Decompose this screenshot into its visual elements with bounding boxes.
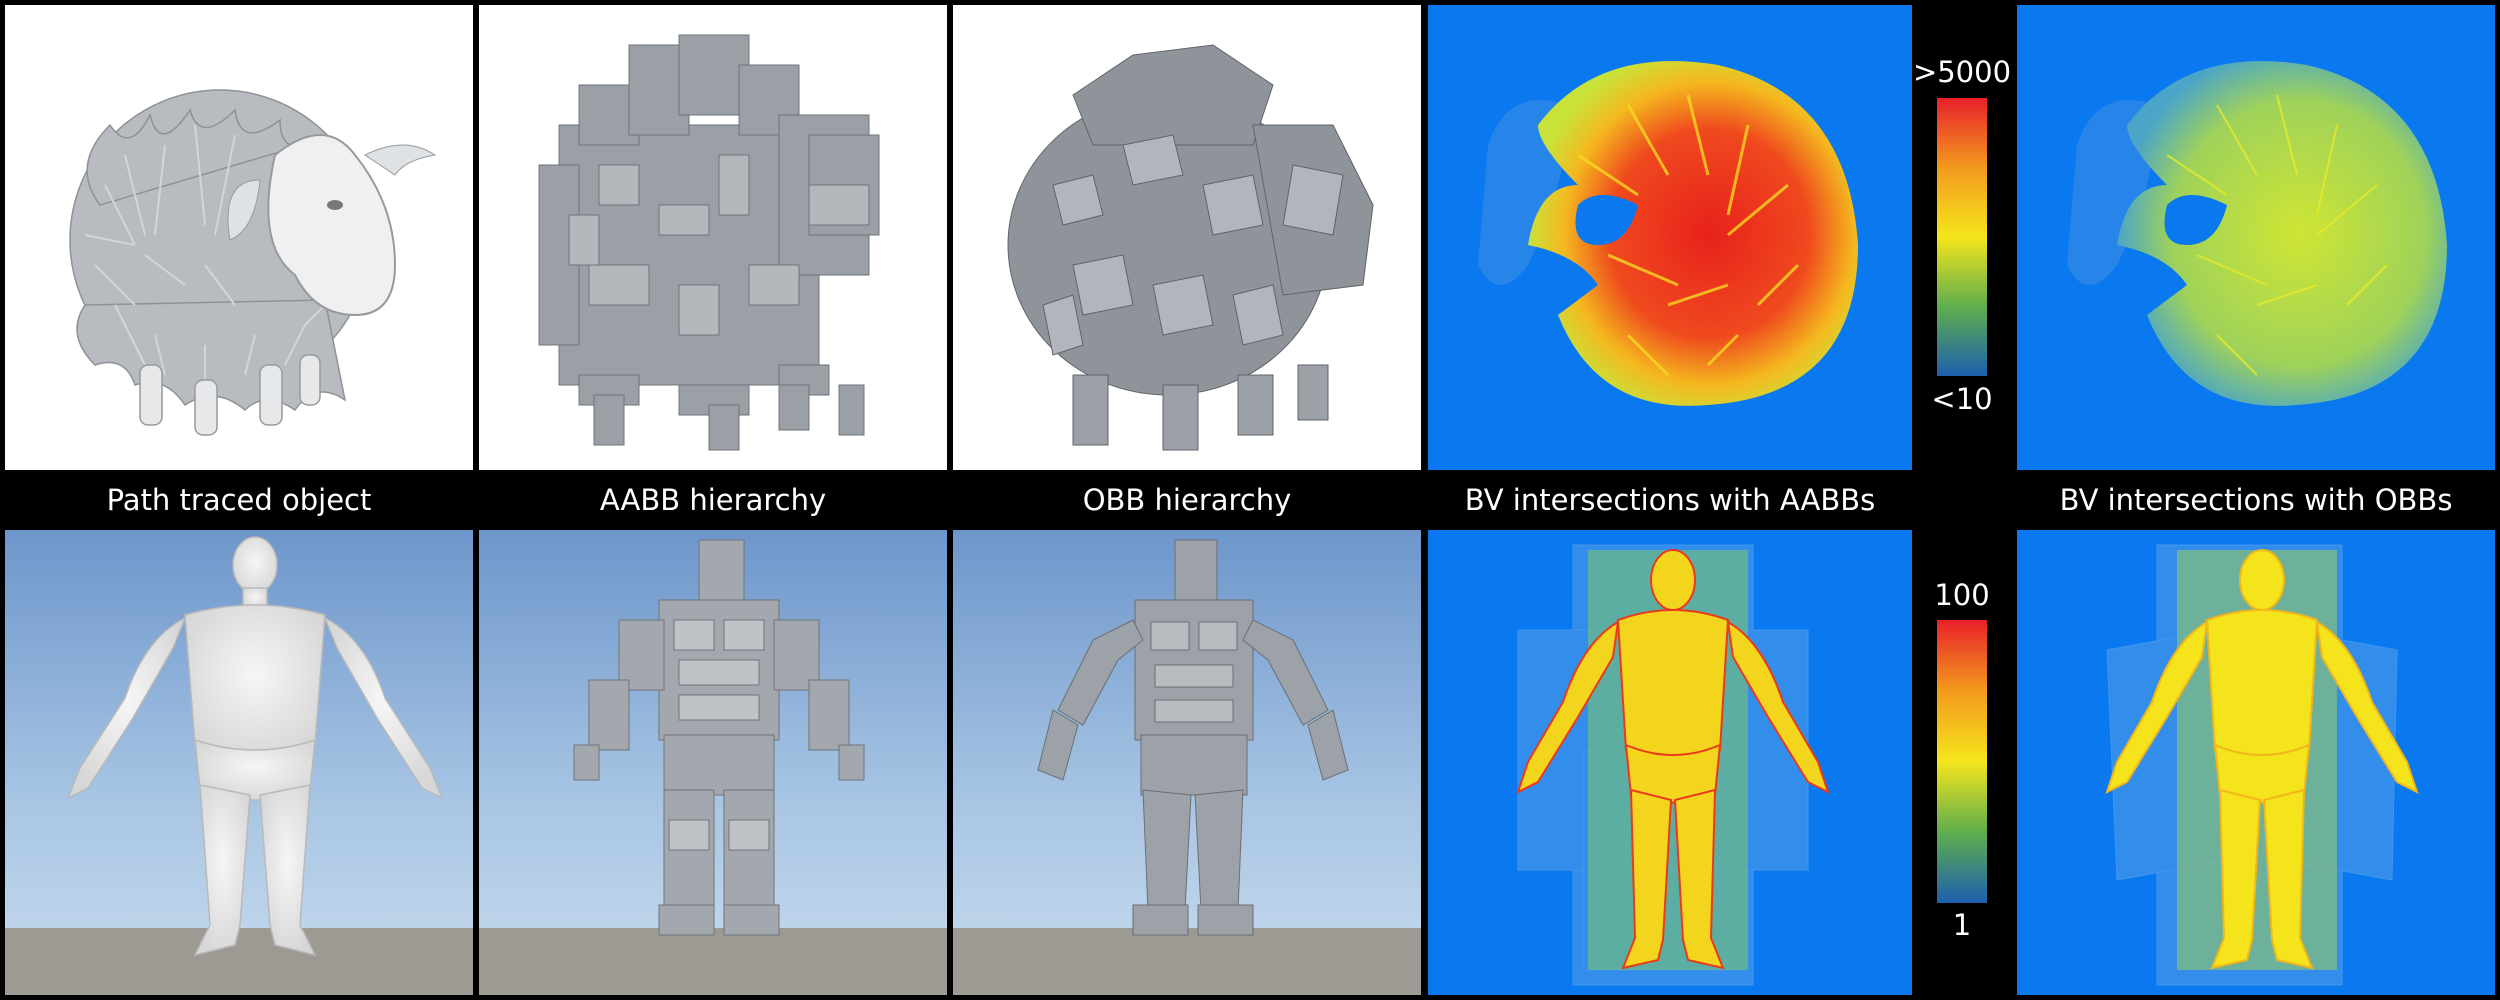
- panel-human-obb: [953, 530, 1421, 995]
- human-aabb-image: [479, 530, 947, 995]
- human-obb-image: [953, 530, 1421, 995]
- caption-obb: OBB hierarchy: [1082, 483, 1292, 517]
- sheep-obb-image: [1007, 44, 1374, 451]
- colorbar-bottom-min-label: 1: [1952, 908, 1972, 942]
- panel-sheep-bv-obb-heatmap: [2017, 5, 2495, 470]
- colorbar-top-min-label: <10: [1931, 382, 1993, 416]
- human-obb-heatmap-image: [2105, 544, 2419, 986]
- caption-path-traced: Path traced object: [106, 483, 372, 517]
- colorbar-bottom: [1937, 620, 1987, 903]
- panel-human-aabb: [479, 530, 947, 995]
- colorbar-bottom-max-label: 100: [1934, 578, 1990, 612]
- caption-bv-aabb: BV intersections with AABBs: [1464, 483, 1876, 517]
- panel-human-bv-aabb-heatmap: [1428, 530, 1912, 995]
- human-image: [5, 530, 473, 995]
- panel-human-bv-obb-heatmap: [2017, 530, 2495, 995]
- human-aabb-heatmap-image: [1516, 544, 1830, 986]
- sheep-image: [69, 89, 437, 436]
- sheep-aabb-image: [538, 34, 880, 451]
- sheep-aabb-heatmap-image: [1478, 61, 1858, 406]
- panel-sheep-aabb: [479, 5, 947, 470]
- colorbar-top: [1937, 98, 1987, 376]
- caption-aabb: AABB hierarchy: [599, 483, 827, 517]
- caption-bv-obb: BV intersections with OBBs: [2059, 483, 2453, 517]
- panel-sheep-obb: [953, 5, 1421, 470]
- panel-sheep-path-traced: [5, 5, 473, 470]
- panel-sheep-bv-aabb-heatmap: [1428, 5, 1912, 470]
- panel-human-path-traced: [5, 530, 473, 995]
- sheep-obb-heatmap-image: [2067, 61, 2447, 406]
- colorbar-top-max-label: >5000: [1912, 55, 2012, 89]
